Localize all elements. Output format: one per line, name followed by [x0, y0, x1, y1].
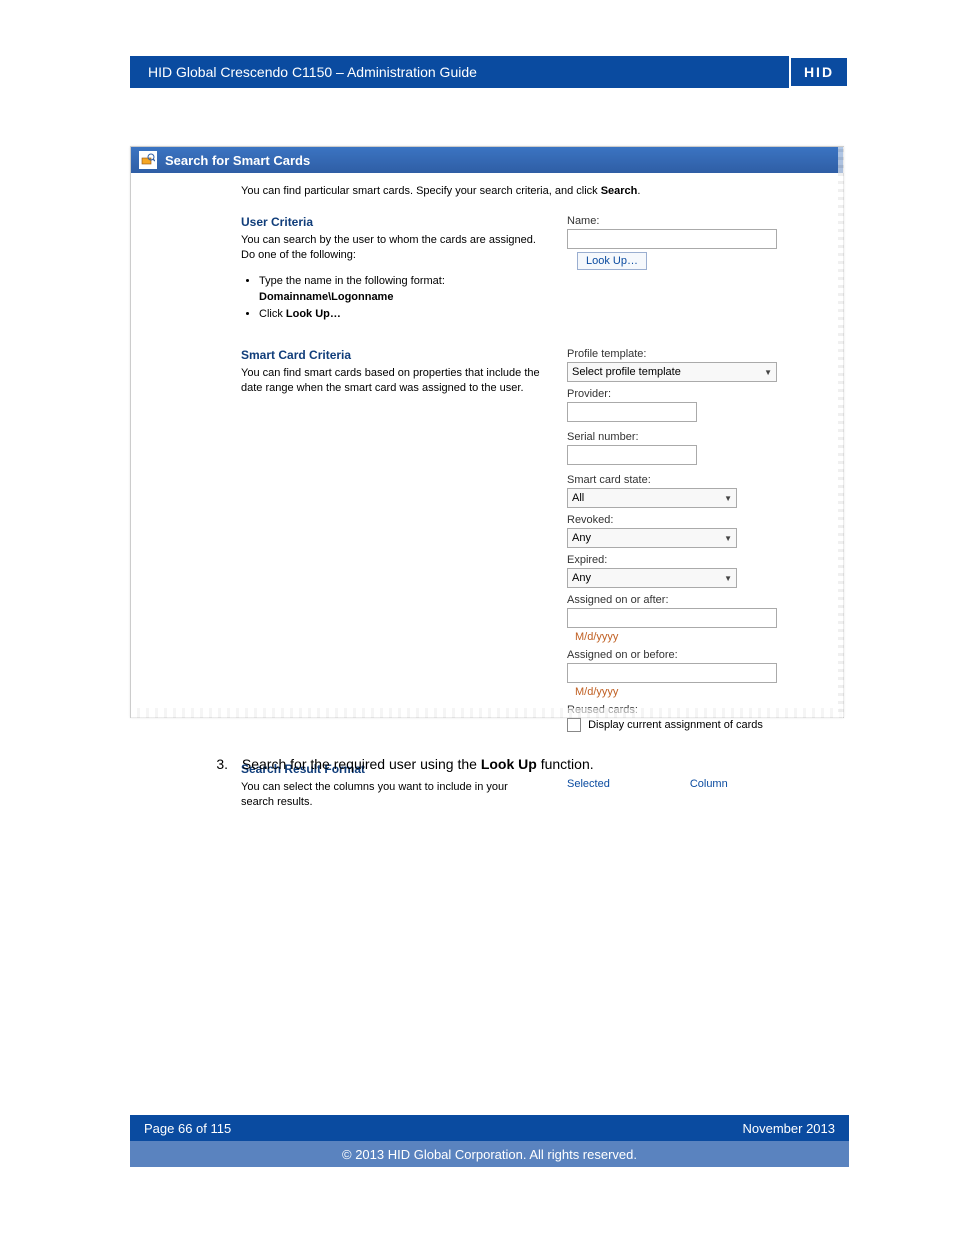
reused-checkbox[interactable]	[567, 718, 581, 732]
step-text-suffix: function.	[537, 756, 594, 772]
name-input[interactable]	[567, 229, 777, 249]
provider-label: Provider:	[567, 388, 821, 400]
serial-input[interactable]	[567, 445, 697, 465]
user-criteria-bullet1: Type the name in the following format: D…	[259, 273, 541, 306]
expired-dropdown[interactable]: Any ▼	[567, 568, 737, 588]
state-value: All	[572, 492, 584, 504]
revoked-dropdown[interactable]: Any ▼	[567, 528, 737, 548]
scc-heading: Smart Card Criteria	[241, 348, 541, 362]
reused-checkbox-label: Display current assignment of cards	[588, 719, 763, 731]
step-text-prefix: Search for the required user using the	[242, 756, 481, 772]
uc-b2-bold: Look Up…	[286, 308, 341, 320]
chevron-down-icon: ▼	[724, 494, 732, 503]
footer-secondary: © 2013 HID Global Corporation. All right…	[130, 1141, 849, 1167]
user-criteria-heading: User Criteria	[241, 215, 541, 229]
date-hint-after: M/d/yyyy	[575, 631, 618, 643]
result-format-desc: You can select the columns you want to i…	[241, 780, 541, 810]
torn-bottom-edge	[131, 708, 843, 718]
footer-primary: Page 66 of 115 November 2013	[130, 1115, 849, 1141]
torn-right-edge	[838, 147, 844, 717]
step-text-bold: Look Up	[481, 756, 537, 772]
assigned-after-label: Assigned on or after:	[567, 594, 821, 606]
assigned-before-label: Assigned on or before:	[567, 649, 821, 661]
provider-input[interactable]	[567, 402, 697, 422]
intro-text: You can find particular smart cards. Spe…	[241, 185, 821, 197]
profile-template-label: Profile template:	[567, 348, 821, 360]
user-criteria-desc: You can search by the user to whom the c…	[241, 233, 541, 263]
search-smartcards-screenshot: Search for Smart Cards You can find part…	[130, 146, 844, 718]
footer-copyright: © 2013 HID Global Corporation. All right…	[342, 1147, 637, 1162]
doc-header-title: HID Global Crescendo C1150 – Administrat…	[148, 64, 477, 80]
hid-logo-text: HID	[804, 64, 834, 80]
state-dropdown[interactable]: All ▼	[567, 488, 737, 508]
hid-logo: HID	[789, 56, 849, 88]
profile-template-value: Select profile template	[572, 366, 681, 378]
chevron-down-icon: ▼	[724, 534, 732, 543]
scc-desc: You can find smart cards based on proper…	[241, 366, 541, 396]
col-column-header[interactable]: Column	[690, 778, 728, 810]
assigned-before-input[interactable]	[567, 663, 777, 683]
chevron-down-icon: ▼	[724, 574, 732, 583]
panel-titlebar: Search for Smart Cards	[131, 147, 843, 173]
revoked-label: Revoked:	[567, 514, 821, 526]
step-number: 3.	[202, 756, 228, 772]
user-criteria-bullet2: Click Look Up…	[259, 306, 541, 323]
expired-label: Expired:	[567, 554, 821, 566]
uc-b1-bold: Domainname\Logonname	[259, 291, 393, 303]
profile-template-dropdown[interactable]: Select profile template ▼	[567, 362, 777, 382]
intro-prefix: You can find particular smart cards. Spe…	[241, 185, 601, 197]
serial-label: Serial number:	[567, 431, 821, 443]
panel-title: Search for Smart Cards	[165, 153, 310, 168]
uc-b2-prefix: Click	[259, 308, 286, 320]
footer-date: November 2013	[743, 1121, 836, 1136]
state-label: Smart card state:	[567, 474, 821, 486]
intro-bold: Search	[601, 185, 638, 197]
lookup-button[interactable]: Look Up…	[577, 252, 647, 270]
search-cards-icon	[139, 151, 157, 169]
chevron-down-icon: ▼	[764, 368, 772, 377]
step-3: 3. Search for the required user using th…	[202, 756, 824, 772]
expired-value: Any	[572, 572, 591, 584]
doc-header: HID Global Crescendo C1150 – Administrat…	[130, 56, 849, 88]
assigned-after-input[interactable]	[567, 608, 777, 628]
uc-b1-prefix: Type the name in the following format:	[259, 275, 445, 287]
footer-page: Page 66 of 115	[144, 1121, 231, 1136]
date-hint-before: M/d/yyyy	[575, 686, 618, 698]
col-selected-header[interactable]: Selected	[567, 778, 610, 810]
name-label: Name:	[567, 215, 821, 227]
intro-suffix: .	[637, 185, 640, 197]
revoked-value: Any	[572, 532, 591, 544]
